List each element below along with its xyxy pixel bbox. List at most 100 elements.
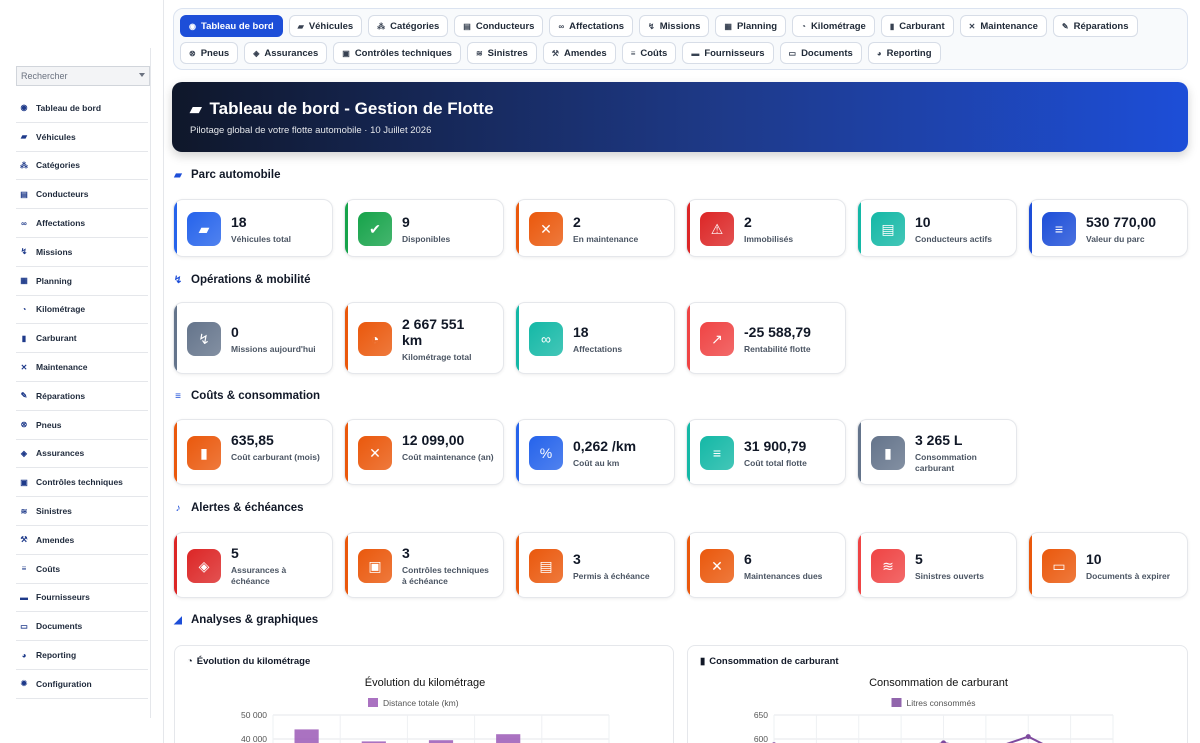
tire-icon: ⊗ <box>189 48 196 58</box>
sidebar-item-8[interactable]: ▮ Carburant <box>16 324 148 354</box>
tab-14[interactable]: ≋ Sinistres <box>466 42 537 64</box>
kpi-label: Affectations <box>573 343 623 354</box>
sidebar-item-label: Véhicules <box>36 131 76 142</box>
tab-3[interactable]: ▤ Conducteurs <box>454 15 544 37</box>
tab-12[interactable]: ◈ Assurances <box>244 42 328 64</box>
kpi-value: 10 <box>915 213 931 230</box>
sidebar-item-6[interactable]: ▦ Planning <box>16 267 148 296</box>
sidebar-item-12[interactable]: ◈ Assurances <box>16 440 148 469</box>
tab-2[interactable]: ⁂ Catégories <box>368 15 449 37</box>
card-accent-bar <box>345 420 348 484</box>
calendar-icon: ▦ <box>724 21 732 31</box>
sidebar-item-label: Reporting <box>36 650 77 661</box>
tab-4[interactable]: ∞ Affectations <box>549 15 634 37</box>
sidebar-item-label: Catégories <box>36 160 80 171</box>
clipboard-check-icon: ▣ <box>342 48 350 58</box>
sidebar-item-9[interactable]: ✕ Maintenance <box>16 353 148 382</box>
tab-label: Kilométrage <box>810 20 866 32</box>
card-accent-bar <box>174 200 177 256</box>
bar <box>496 734 521 743</box>
page-subtitle: Pilotage global de votre flotte automobi… <box>190 125 432 136</box>
tab-label: Sinistres <box>487 47 528 59</box>
coins-icon: ≡ <box>175 390 181 402</box>
tab-16[interactable]: ≡ Coûts <box>621 42 677 64</box>
shield-icon: ◈ <box>187 549 221 583</box>
card-accent-bar <box>516 420 519 484</box>
car-icon: ▰ <box>187 212 221 246</box>
search-input[interactable]: Rechercher <box>16 66 150 86</box>
coins-icon: ≡ <box>630 48 636 58</box>
folder-icon: ▭ <box>20 621 28 631</box>
card-accent-bar <box>345 303 348 373</box>
sidebar-nav: ◉ Tableau de bord ▰ Véhicules ⁂ Catégories ▤ Co… <box>16 94 148 699</box>
tab-0[interactable]: ◉ Tableau de bord <box>180 15 283 37</box>
top-tab-bar: ◉ Tableau de bord ▰ Véhicules ⁂ Catégories ▤ Co… <box>173 8 1188 70</box>
tab-9[interactable]: ✕ Maintenance <box>959 15 1047 37</box>
tab-label: Fournisseurs <box>704 47 765 59</box>
gas-pump-icon: ▮ <box>871 436 905 470</box>
kpi-label: Sinistres ouverts <box>915 570 984 581</box>
tab-label: Affectations <box>569 20 625 32</box>
sidebar-item-7[interactable]: ◔ Kilométrage <box>16 296 148 325</box>
page-title: ▰ Tableau de bord - Gestion de Flotte <box>190 99 1188 119</box>
tab-11[interactable]: ⊗ Pneus <box>180 42 239 64</box>
tab-15[interactable]: ⚒ Amendes <box>542 42 616 64</box>
tab-5[interactable]: ↯ Missions <box>639 15 710 37</box>
card-accent-bar <box>174 420 177 484</box>
sidebar-item-18[interactable]: ▭ Documents <box>16 612 148 642</box>
tab-18[interactable]: ▭ Documents <box>779 42 862 64</box>
sidebar-item-1[interactable]: ▰ Véhicules <box>16 123 148 152</box>
sidebar-item-5[interactable]: ↯ Missions <box>16 238 148 267</box>
sidebar-item-3[interactable]: ▤ Conducteurs <box>16 180 148 210</box>
sidebar-item-16[interactable]: ≡ Coûts <box>16 555 148 584</box>
legend-swatch <box>368 698 378 707</box>
sidebar-item-label: Réparations <box>36 390 86 401</box>
sidebar-item-17[interactable]: ▬ Fournisseurs <box>16 584 148 613</box>
tab-8[interactable]: ▮ Carburant <box>880 15 954 37</box>
sidebar-item-20[interactable]: ✹ Configuration <box>16 670 148 699</box>
kpi-card-couts-3: ≡ 31 900,79 Coût total flotte <box>686 419 846 485</box>
kpi-value: 3 265 L <box>915 432 963 448</box>
card-accent-bar <box>858 533 861 597</box>
sitemap-icon: ⁂ <box>20 160 28 170</box>
car-crash-icon: ≋ <box>871 549 905 583</box>
sidebar-item-0[interactable]: ◉ Tableau de bord <box>16 94 148 123</box>
tab-1[interactable]: ▰ Véhicules <box>288 15 363 37</box>
kpi-label: Conducteurs actifs <box>915 233 992 244</box>
sidebar-item-4[interactable]: ∞ Affectations <box>16 209 148 238</box>
sidebar: Rechercher ◉ Tableau de bord ▰ Véhicules ⁂ Ca… <box>0 0 164 743</box>
tab-7[interactable]: ◔ Kilométrage <box>792 15 875 37</box>
chevron-down-icon[interactable] <box>139 73 145 77</box>
shield-icon: ◈ <box>253 48 260 58</box>
sidebar-item-11[interactable]: ⊗ Pneus <box>16 411 148 440</box>
kpi-value: 6 <box>744 550 752 567</box>
sidebar-item-10[interactable]: ✎ Réparations <box>16 382 148 411</box>
sidebar-item-15[interactable]: ⚒ Amendes <box>16 526 148 555</box>
sidebar-item-2[interactable]: ⁂ Catégories <box>16 152 148 181</box>
sidebar-item-13[interactable]: ▣ Contrôles techniques <box>16 468 148 498</box>
hero-banner: ▰ Tableau de bord - Gestion de Flotte Pi… <box>172 82 1188 152</box>
gas-pump-icon: ▮ <box>187 436 221 470</box>
y-tick-label: 600 <box>754 734 768 743</box>
tab-17[interactable]: ▬ Fournisseurs <box>682 42 774 64</box>
tools-icon: ✕ <box>700 549 734 583</box>
section-parc: ▰ Parc automobile <box>172 169 280 181</box>
app: Rechercher ◉ Tableau de bord ▰ Véhicules ⁂ Ca… <box>0 0 1200 743</box>
gauge-icon: ◔ <box>801 21 806 31</box>
legend-swatch <box>891 698 902 707</box>
check-circle-icon: ✔ <box>358 212 392 246</box>
sidebar-item-label: Contrôles techniques <box>36 477 123 488</box>
tab-13[interactable]: ▣ Contrôles techniques <box>333 42 461 64</box>
tire-icon: ⊗ <box>20 420 28 430</box>
sidebar-item-14[interactable]: ≋ Sinistres <box>16 497 148 526</box>
sidebar-item-19[interactable]: ◕ Reporting <box>16 641 148 670</box>
tab-6[interactable]: ▦ Planning <box>715 15 787 37</box>
page-title-text: Tableau de bord - Gestion de Flotte <box>209 99 494 118</box>
link-icon: ∞ <box>21 218 27 228</box>
chart-panel-carburant: ▮ Consommation de carburant Consommation … <box>687 645 1188 743</box>
dashboard-icon: ◉ <box>189 21 196 31</box>
kpi-label: Rentabilité flotte <box>744 343 811 354</box>
tab-19[interactable]: ◕ Reporting <box>867 42 941 64</box>
link-icon: ∞ <box>529 322 563 356</box>
tab-10[interactable]: ✎ Réparations <box>1052 15 1138 37</box>
